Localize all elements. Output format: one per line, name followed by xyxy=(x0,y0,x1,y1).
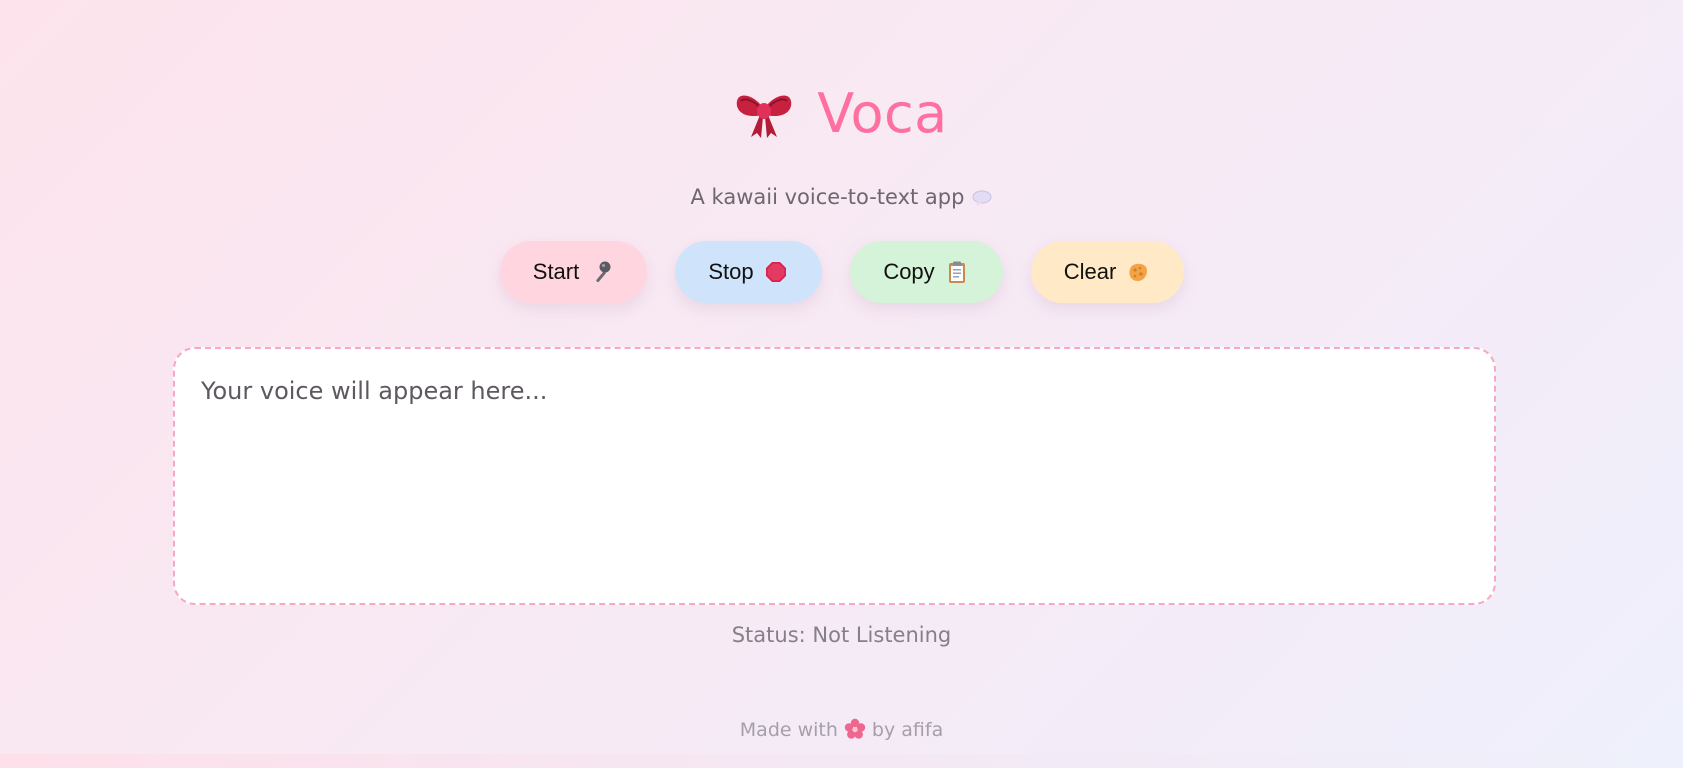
clipboard-icon xyxy=(948,261,965,283)
copy-button-label: Copy xyxy=(883,259,935,284)
footer: Made with by afifa xyxy=(0,716,1683,744)
stop-sign-icon xyxy=(765,262,786,282)
app-header: Voca xyxy=(0,80,1683,146)
copy-button[interactable]: Copy xyxy=(849,241,1003,303)
control-buttons: Start Stop Copy Clear xyxy=(0,241,1683,303)
clear-button[interactable]: Clear xyxy=(1030,241,1184,303)
ribbon-bow-icon xyxy=(736,95,792,138)
stop-button[interactable]: Stop xyxy=(674,241,822,303)
footer-prefix: Made with xyxy=(739,719,838,741)
transcript-output[interactable]: Your voice will appear here... xyxy=(173,347,1496,605)
clear-button-label: Clear xyxy=(1063,259,1117,284)
start-button-label: Start xyxy=(532,259,580,284)
subtitle-text: A kawaii voice-to-text app xyxy=(690,185,965,209)
app-subtitle: A kawaii voice-to-text app xyxy=(0,182,1683,212)
status-text: Status: Not Listening xyxy=(731,623,952,647)
bottom-strip xyxy=(0,754,1683,768)
footer-suffix: by afifa xyxy=(871,719,944,741)
microphone-icon xyxy=(596,261,611,283)
speech-bubble-icon xyxy=(972,190,992,206)
start-button[interactable]: Start xyxy=(499,241,647,303)
transcript-placeholder: Your voice will appear here... xyxy=(201,377,548,405)
app-title: Voca xyxy=(817,81,948,145)
cherry-blossom-icon xyxy=(844,718,866,739)
sponge-icon xyxy=(1129,263,1148,281)
stop-button-label: Stop xyxy=(708,259,754,284)
